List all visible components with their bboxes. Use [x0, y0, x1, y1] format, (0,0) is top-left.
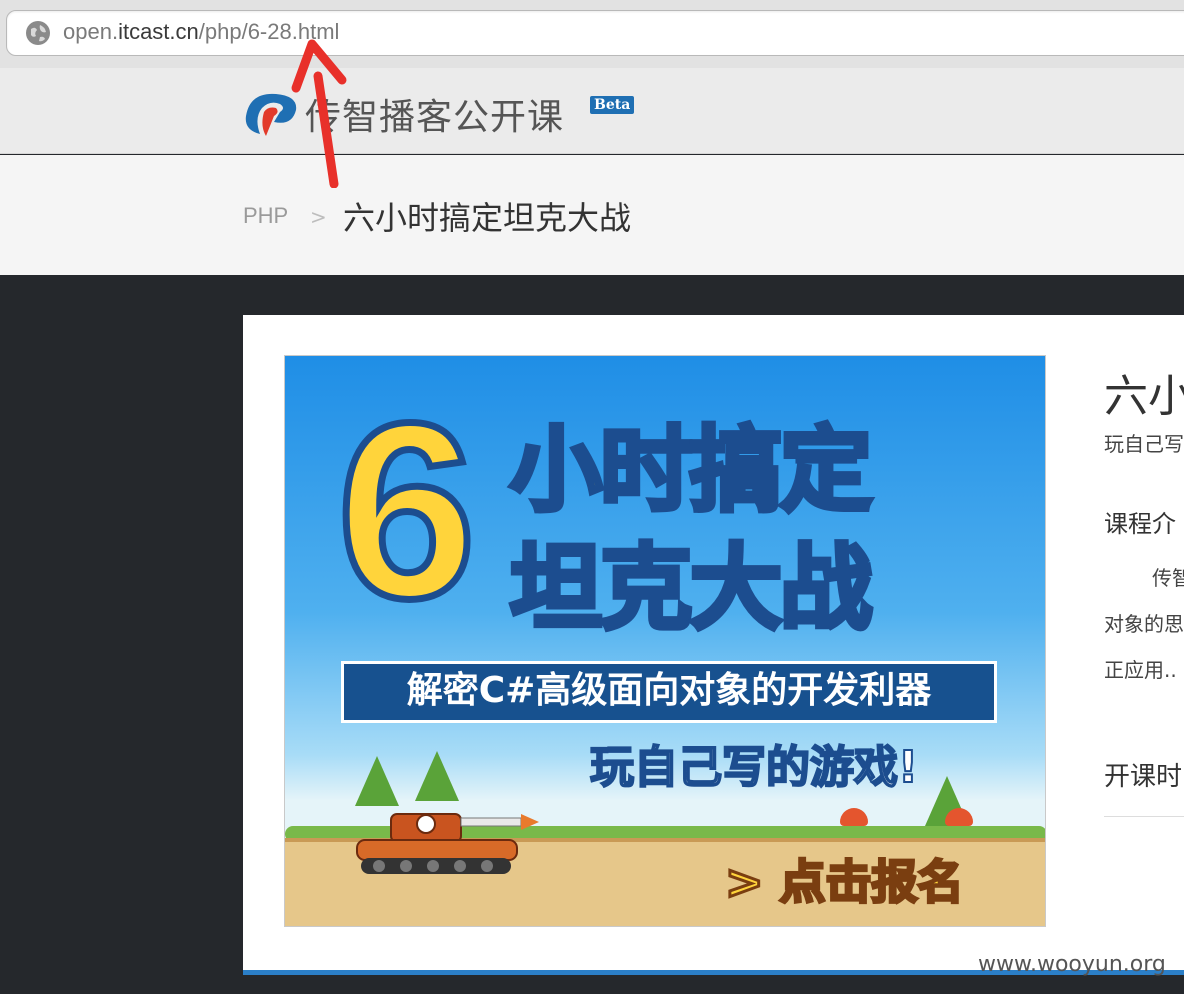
course-intro-text: 对象的思: [1104, 612, 1184, 636]
tree-decoration: [415, 751, 459, 801]
banner-strip: 解密C#高级面向对象的开发利器: [341, 661, 997, 723]
course-subtitle: 玩自己写: [1104, 432, 1184, 456]
breadcrumb: PHP > 六小时搞定坦克大战: [0, 155, 1184, 275]
schedule-heading: 开课时: [1104, 762, 1183, 792]
breadcrumb-current: 六小时搞定坦克大战: [343, 199, 632, 237]
banner-title-line2: 坦克大战: [507, 533, 874, 645]
signup-button[interactable]: > 点击报名: [724, 846, 966, 912]
course-intro-text: 传智: [1152, 566, 1184, 590]
site-header: 传智播客公开课 Beta: [0, 68, 1184, 154]
course-intro-text: 正应用..: [1104, 658, 1177, 682]
divider: [1104, 816, 1184, 817]
breadcrumb-php-link[interactable]: PHP: [243, 203, 288, 229]
banner-number: 6: [333, 371, 479, 650]
red-arrow-annotation-icon: [291, 39, 347, 188]
banner-play-text: 玩自己写的游戏!: [589, 741, 919, 794]
course-banner[interactable]: 6 小时搞定 坦克大战 解密C#高级面向对象的开发利器 玩自己写的游戏! > 点…: [284, 355, 1046, 927]
course-intro-heading: 课程介: [1104, 510, 1176, 538]
beta-badge: Beta: [590, 96, 635, 114]
globe-icon: [26, 21, 50, 45]
mushroom-decoration: [840, 808, 868, 826]
address-bar[interactable]: open.itcast.cn/php/6-28.html: [6, 10, 1184, 56]
breadcrumb-separator: >: [310, 205, 327, 229]
course-title: 六小: [1104, 371, 1184, 422]
tank-icon: [356, 813, 539, 874]
banner-title-line1: 小时搞定: [507, 415, 874, 527]
watermark: www.wooyun.org: [978, 952, 1166, 977]
browser-toolbar: open.itcast.cn/php/6-28.html: [0, 0, 1184, 68]
